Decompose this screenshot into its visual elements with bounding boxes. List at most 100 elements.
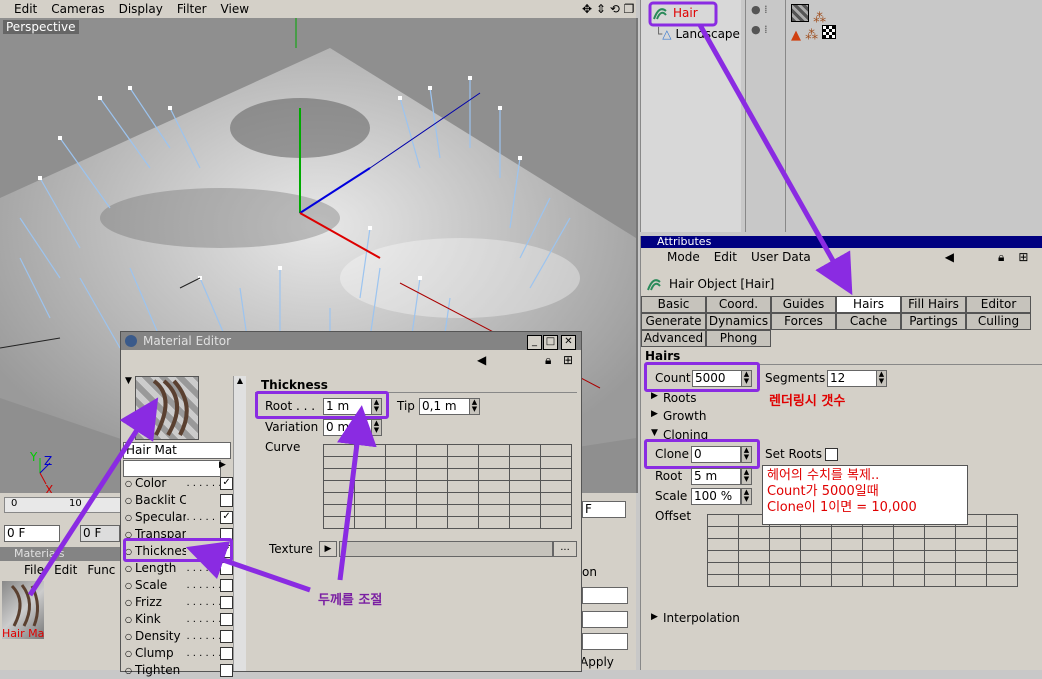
material-thumb[interactable]: Hair Ma [2,581,44,640]
attr-menu-mode[interactable]: Mode [667,250,700,264]
clone-root-stepper[interactable]: ▲ ▼ [741,468,752,485]
close-button[interactable]: ✕ [561,335,576,350]
maximize-button[interactable]: □ [543,335,558,350]
clone-scale-stepper[interactable]: ▲ ▼ [741,488,752,505]
channel-checkbox[interactable]: ✓ [220,477,233,490]
channel-length[interactable]: ○Length . . . . . . . [125,560,233,577]
tab-basic[interactable]: Basic [641,296,706,313]
tip-stepper[interactable]: ▲ ▼ [469,398,480,415]
set-roots-checkbox[interactable] [825,448,838,461]
frame-start-field[interactable]: 0 F [4,525,60,542]
tab-generate[interactable]: Generate [641,313,706,330]
tab-advanced[interactable]: Advanced [641,330,706,347]
tip-field[interactable]: 0,1 m [419,398,471,415]
count-stepper[interactable]: ▲ ▼ [741,370,752,387]
tag-icons-hair[interactable]: ⁂ [791,4,826,26]
tab-phong[interactable]: Phong [706,330,771,347]
partial-field-1[interactable] [582,587,628,604]
material-type-arrow-icon[interactable]: ▶ [219,460,226,470]
clone-scale-field[interactable]: 100 % [691,488,741,505]
channel-checkbox[interactable] [220,579,233,592]
nav-icons[interactable]: ✥ ⇕ ⟲ ❐ [582,2,634,16]
menu-filter[interactable]: Filter [177,2,207,16]
channel-checkbox[interactable] [220,664,233,677]
object-row-landscape[interactable]: └ △ Landscape [655,24,740,44]
curve-graph[interactable] [323,444,572,529]
nav-back-icon[interactable]: ◀ [945,250,954,264]
texture-slot[interactable] [339,541,553,557]
tab-hairs[interactable]: Hairs [836,296,901,313]
expand-arrow-icon[interactable]: ▶ [651,409,658,419]
variation-stepper[interactable]: ▲ ▼ [371,419,382,436]
channel-checkbox[interactable] [220,630,233,643]
channel-scrollbar[interactable]: ▲ [233,376,246,671]
channel-frizz[interactable]: ○Frizz . . . . . . . . [125,594,233,611]
visibility-dots-icon[interactable]: ● ⁞ ● ⁞ [751,4,768,35]
channel-checkbox[interactable] [220,562,233,575]
tab-fill-hairs[interactable]: Fill Hairs [901,296,966,313]
clone-field[interactable]: 0 [691,446,741,463]
texture-arrow-button[interactable]: ▶ [319,541,337,557]
clone-root-field[interactable]: 5 m [691,468,741,485]
channel-color[interactable]: ○Color . . . . . . . .✓ [125,475,233,492]
channel-density[interactable]: ○ Density . . . . . . [125,628,233,645]
growth-group[interactable]: Growth [663,409,706,423]
tab-editor[interactable]: Editor [966,296,1031,313]
frame-current-field[interactable]: 0 F [80,525,120,542]
tab-cache[interactable]: Cache [836,313,901,330]
lock-icon[interactable]: 🔒︎ [998,250,1004,265]
menu-cameras[interactable]: Cameras [51,2,104,16]
tag-icons-landscape[interactable]: ▲ ⁂ [791,25,837,43]
tab-guides[interactable]: Guides [771,296,836,313]
channel-checkbox[interactable] [220,613,233,626]
menu-display[interactable]: Display [119,2,163,16]
root-stepper[interactable]: ▲ ▼ [371,398,382,415]
timeline-ruler[interactable]: 0 10 [4,497,122,513]
channel-backlit-color[interactable]: ○Backlit Color [125,492,233,509]
channel-checkbox[interactable] [220,647,233,660]
new-window-icon[interactable]: ⊞ [1018,250,1028,264]
minimize-button[interactable]: _ [527,335,542,350]
channel-clump[interactable]: ○Clump . . . . . . . [125,645,233,662]
channel-checkbox[interactable]: ✓ [220,511,233,524]
expand-arrow-icon[interactable]: ▶ [651,612,658,622]
object-row-hair[interactable]: Hair [651,3,698,23]
count-field[interactable]: 5000 [692,370,742,387]
texture-browse-button[interactable]: ... [553,541,577,557]
nav-back-icon[interactable]: ◀ [477,353,486,367]
clone-stepper[interactable]: ▲ ▼ [741,446,752,463]
attr-menu-edit[interactable]: Edit [714,250,737,264]
interpolation-group[interactable]: Interpolation [663,611,740,625]
tab-coord-[interactable]: Coord. [706,296,771,313]
preview-menu-arrow-icon[interactable]: ▼ [125,376,132,386]
root-field[interactable]: 1 m [323,398,373,415]
tab-culling[interactable]: Culling [966,313,1031,330]
channel-kink[interactable]: ○Kink . . . . . . . . [125,611,233,628]
mm-menu-file[interactable]: File [24,563,44,577]
apply-button[interactable]: Apply [580,655,614,669]
channel-tighten[interactable]: ○ Tighten [125,662,233,679]
menu-view[interactable]: View [221,2,249,16]
tab-forces[interactable]: Forces [771,313,836,330]
attr-menu-user-data[interactable]: User Data [751,250,811,264]
lock-icon[interactable]: 🔒︎ [545,353,551,368]
channel-scale[interactable]: ○Scale . . . . . . . . [125,577,233,594]
segments-field[interactable]: 12 [827,370,877,387]
segments-stepper[interactable]: ▲ ▼ [876,370,887,387]
material-name-field[interactable]: Hair Mat [123,442,231,459]
channel-checkbox[interactable] [220,596,233,609]
channel-checkbox[interactable] [220,494,233,507]
frame-end-field[interactable]: F [582,501,626,518]
variation-field[interactable]: 0 m [323,419,373,436]
tab-dynamics[interactable]: Dynamics [706,313,771,330]
collapse-arrow-icon[interactable]: ▼ [651,428,658,438]
mm-menu-func[interactable]: Func [87,563,115,577]
roots-group[interactable]: Roots [663,391,696,405]
scroll-up-icon[interactable]: ▲ [234,376,246,385]
tab-partings[interactable]: Partings [901,313,966,330]
mm-menu-edit[interactable]: Edit [54,563,77,577]
menu-edit[interactable]: Edit [14,2,37,16]
material-preview[interactable] [135,376,199,440]
partial-field-2[interactable] [582,611,628,628]
partial-field-3[interactable] [582,633,628,650]
